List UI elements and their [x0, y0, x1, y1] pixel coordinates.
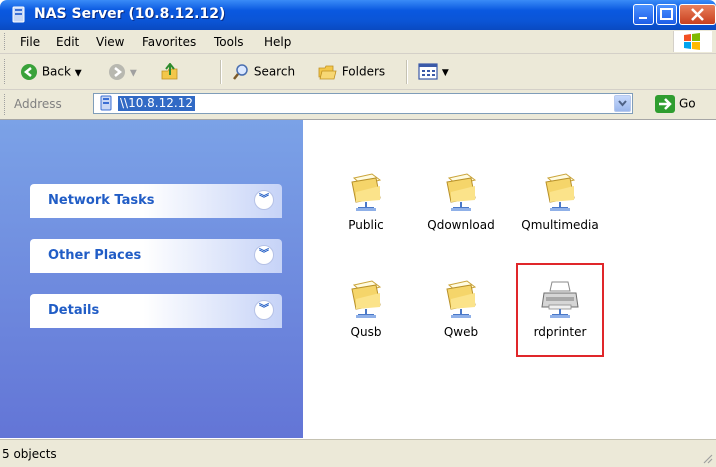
shared-folder-icon [446, 173, 477, 211]
toolbar-grip[interactable] [4, 59, 7, 84]
address-input[interactable]: \\10.8.12.12 [93, 93, 633, 114]
file-name: Qweb [443, 325, 479, 339]
address-bar: Address \\10.8.12.12 Go [0, 90, 716, 120]
search-button[interactable]: Search [232, 63, 295, 81]
forward-dropdown-icon[interactable]: ▼ [130, 69, 137, 79]
folders-icon [318, 65, 337, 80]
forward-button[interactable]: ▼ [108, 63, 137, 81]
shared-folder-item[interactable]: Qusb [321, 279, 411, 339]
windows-flag-icon [684, 33, 700, 50]
back-arrow-icon [21, 64, 37, 80]
shared-folder-icon [351, 280, 382, 318]
toolbar-separator [406, 60, 408, 84]
close-button[interactable] [679, 4, 716, 25]
chevron-down-icon[interactable]: ︾ [254, 190, 274, 210]
forward-arrow-icon [109, 64, 125, 80]
back-label: Back [41, 64, 71, 79]
status-bar: 5 objects [0, 439, 716, 467]
other-places-panel[interactable]: Other Places ︾ [30, 239, 282, 273]
back-dropdown-icon[interactable]: ▼ [75, 69, 82, 79]
go-label: Go [679, 96, 696, 111]
window-title: NAS Server (10.8.12.12) [34, 6, 226, 22]
up-folder-icon [161, 63, 178, 80]
menu-edit[interactable]: Edit [56, 35, 79, 49]
task-pane: Network Tasks ︾ Other Places ︾ Details ︾ [0, 120, 303, 438]
menu-tools[interactable]: Tools [214, 35, 244, 49]
views-icon [418, 63, 438, 80]
shared-folder-icon [351, 173, 382, 211]
network-tasks-title: Network Tasks [48, 193, 155, 208]
views-button[interactable]: ▼ [418, 63, 449, 81]
menu-favorites[interactable]: Favorites [142, 35, 196, 49]
file-name: Public [348, 218, 384, 232]
chevron-down-icon[interactable]: ︾ [254, 300, 274, 320]
file-name: Qmultimedia [521, 218, 599, 232]
title-bar[interactable]: NAS Server (10.8.12.12) [0, 0, 716, 30]
shared-folder-icon [446, 280, 477, 318]
folders-button[interactable]: Folders [318, 63, 385, 81]
menu-view[interactable]: View [96, 35, 124, 49]
shared-folder-item[interactable]: Qdownload [416, 172, 506, 232]
menu-file[interactable]: File [20, 35, 40, 49]
folders-label: Folders [341, 64, 386, 79]
address-label: Address [14, 97, 62, 111]
highlight-annotation [516, 263, 604, 357]
file-name: Qdownload [427, 218, 495, 232]
minimize-button[interactable] [633, 4, 654, 25]
go-button[interactable]: Go [655, 95, 696, 115]
maximize-icon [660, 8, 673, 20]
close-icon [691, 8, 704, 21]
address-dropdown-button[interactable] [614, 95, 631, 112]
chevron-down-icon [618, 100, 627, 107]
other-places-title: Other Places [48, 248, 142, 263]
search-icon [233, 64, 248, 80]
resize-grip-icon[interactable] [701, 452, 713, 464]
menu-help[interactable]: Help [264, 35, 291, 49]
views-dropdown-icon[interactable]: ▼ [442, 68, 449, 78]
addressbar-grip[interactable] [4, 94, 7, 115]
network-tasks-panel[interactable]: Network Tasks ︾ [30, 184, 282, 218]
search-label: Search [253, 64, 296, 79]
maximize-button[interactable] [656, 4, 677, 25]
menubar-grip[interactable] [4, 33, 7, 50]
file-name: Qusb [350, 325, 382, 339]
file-list-pane: Public Qdownload Qmultimedia Qusb Qweb r… [303, 120, 716, 438]
toolbar: Back ▼ ▼ Search Folders ▼ [0, 54, 716, 90]
shared-folder-icon [545, 173, 576, 211]
shared-folder-item[interactable]: Public [321, 172, 411, 232]
chevron-down-icon[interactable]: ︾ [254, 245, 274, 265]
go-arrow-icon [655, 95, 675, 113]
menu-bar: File Edit View Favorites Tools Help [0, 30, 716, 54]
shared-folder-item[interactable]: Qweb [416, 279, 506, 339]
up-folder-button[interactable] [160, 63, 180, 81]
network-drive-icon [100, 95, 112, 111]
back-button[interactable]: Back ▼ [20, 63, 82, 81]
address-value: \\10.8.12.12 [118, 96, 195, 111]
minimize-icon [639, 17, 647, 19]
details-title: Details [48, 303, 100, 318]
toolbar-separator [220, 60, 222, 84]
network-drive-icon [12, 6, 25, 23]
windows-logo [673, 31, 712, 52]
status-text: 5 objects [2, 447, 57, 461]
details-panel[interactable]: Details ︾ [30, 294, 282, 328]
shared-folder-item[interactable]: Qmultimedia [515, 172, 605, 232]
